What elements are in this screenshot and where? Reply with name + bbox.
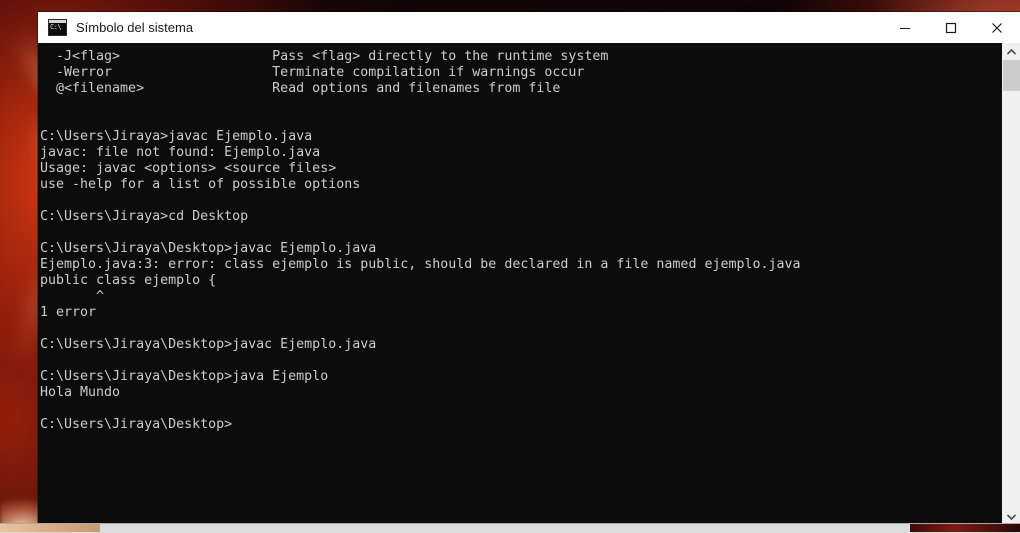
maximize-button[interactable] <box>928 12 974 43</box>
chevron-up-icon <box>1007 48 1016 55</box>
minimize-icon <box>900 27 910 29</box>
minimize-button[interactable] <box>882 12 928 43</box>
desktop: C:\ Símbolo del sistema -J<flag> Pass <f… <box>0 0 1020 533</box>
close-button[interactable] <box>974 12 1020 43</box>
command-prompt-window: C:\ Símbolo del sistema -J<flag> Pass <f… <box>38 12 1020 525</box>
scroll-up-button[interactable] <box>1003 43 1020 60</box>
terminal-output[interactable]: -J<flag> Pass <flag> directly to the run… <box>38 43 1002 525</box>
close-icon <box>992 22 1002 33</box>
terminal-area[interactable]: -J<flag> Pass <flag> directly to the run… <box>38 43 1020 525</box>
title-bar[interactable]: C:\ Símbolo del sistema <box>38 12 1020 43</box>
vertical-scrollbar[interactable] <box>1002 43 1020 525</box>
scrollbar-thumb[interactable] <box>1003 60 1020 91</box>
taskbar-preview-left <box>0 524 100 532</box>
taskbar-preview-right <box>910 524 1020 532</box>
window-title: Símbolo del sistema <box>76 20 194 35</box>
scrollbar-track[interactable] <box>1003 91 1020 508</box>
chevron-down-icon <box>1007 513 1016 520</box>
window-controls <box>882 12 1020 43</box>
taskbar[interactable] <box>0 523 1020 533</box>
maximize-icon <box>945 22 957 33</box>
cmd-icon: C:\ <box>48 19 67 36</box>
cmd-icon-label: C:\ <box>50 23 62 31</box>
